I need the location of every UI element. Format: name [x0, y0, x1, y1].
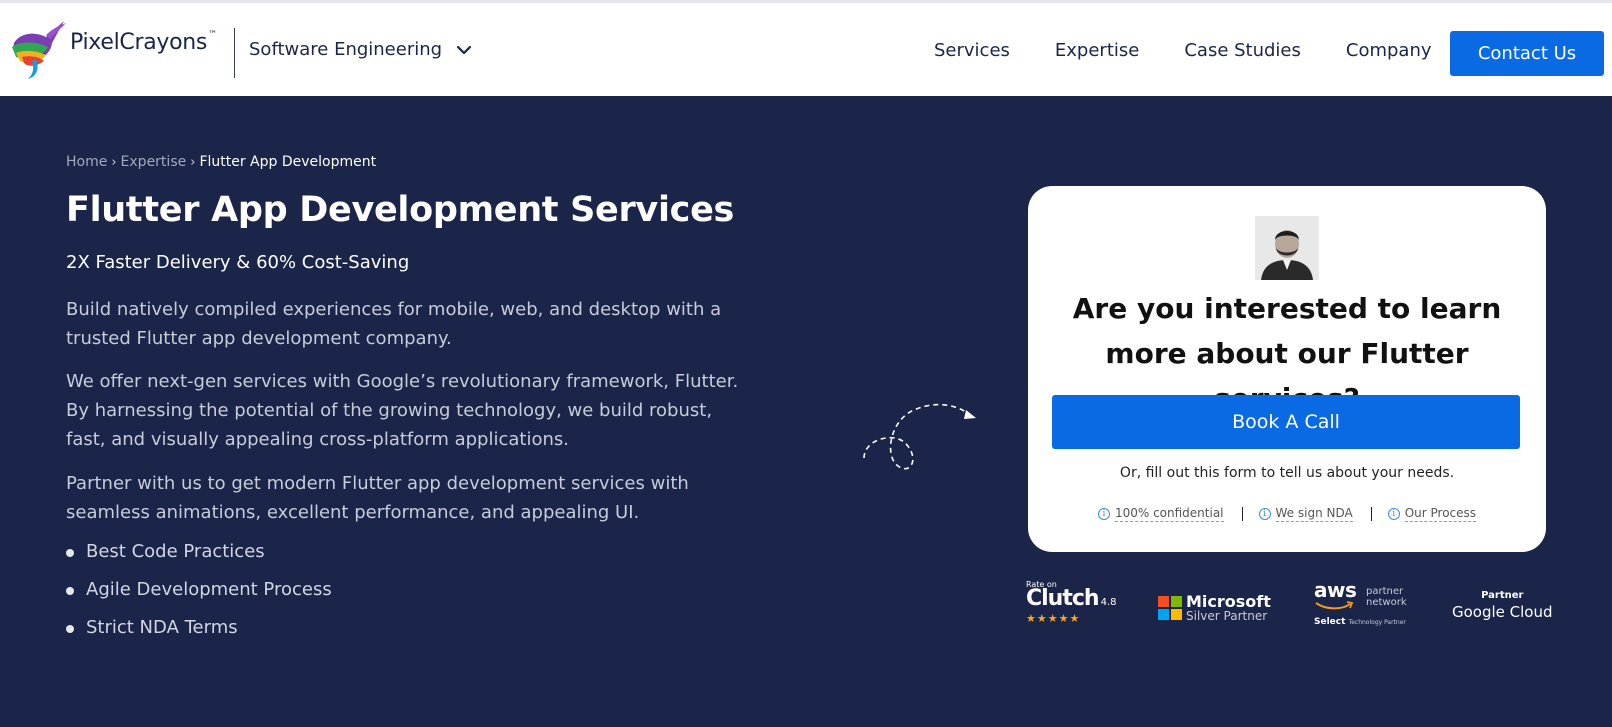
person-avatar-icon [1255, 216, 1319, 280]
google-cloud-name: Google Cloud [1452, 603, 1553, 621]
badge-divider [1370, 507, 1372, 521]
contact-us-button[interactable]: Contact Us [1450, 31, 1604, 76]
header-divider [234, 28, 235, 78]
top-navbar: PixelCrayons™ Software Engineering Servi… [0, 0, 1612, 96]
feature-label: Agile Development Process [86, 579, 332, 600]
bullet-dot-icon [66, 625, 74, 633]
clutch-rating-logo: Rate on Clutch 4.8 ★★★★★ [1026, 580, 1116, 625]
aws-tier-label: Technology Partner [1348, 619, 1406, 626]
microsoft-partner-logo: Microsoft Silver Partner [1158, 594, 1271, 622]
badge-divider [1241, 507, 1243, 521]
google-cloud-partner-label: Partner [1481, 590, 1524, 601]
clutch-score: 4.8 [1100, 597, 1117, 608]
page-title: Flutter App Development Services [66, 190, 735, 230]
pixelcrayons-logo[interactable]: PixelCrayons™ [6, 13, 217, 79]
list-item: Best Code Practices [66, 541, 332, 579]
badge-confidential[interactable]: i 100% confidential [1097, 506, 1224, 522]
page-subtitle: 2X Faster Delivery & 60% Cost-Saving [66, 252, 410, 273]
aws-partner-logo: aws partner network Select Technology Pa… [1314, 578, 1407, 627]
partner-logos: Rate on Clutch 4.8 ★★★★★ Microsoft Silver… [1026, 578, 1553, 630]
info-icon: i [1258, 508, 1271, 520]
breadcrumb: Home › Expertise › Flutter App Developme… [66, 154, 376, 170]
list-item: Agile Development Process [66, 579, 332, 617]
nav-services[interactable]: Services [934, 40, 1010, 61]
trademark-symbol: ™ [208, 29, 217, 40]
nav-company[interactable]: Company [1346, 40, 1432, 61]
breadcrumb-separator: › [190, 154, 196, 170]
intro-paragraph-2: We offer next-gen services with Google’s… [66, 371, 739, 450]
list-item: Strict NDA Terms [66, 617, 332, 655]
intro-paragraph-1: Build natively compiled experiences for … [66, 299, 722, 349]
nav-case-studies[interactable]: Case Studies [1184, 40, 1301, 61]
bullet-dot-icon [66, 549, 74, 557]
badge-label: We sign NDA [1275, 506, 1353, 522]
dashed-arrow-icon [863, 403, 976, 470]
info-icon: i [1387, 508, 1400, 520]
aws-smile-icon [1315, 601, 1354, 610]
breadcrumb-home[interactable]: Home [66, 154, 107, 170]
clutch-name: Clutch [1026, 586, 1100, 611]
logo-wordmark: PixelCrayons [70, 29, 208, 55]
aws-network-label: partner network [1366, 586, 1407, 608]
microsoft-name: Microsoft [1186, 592, 1271, 611]
badge-label: 100% confidential [1114, 506, 1224, 522]
feature-label: Best Code Practices [86, 541, 265, 562]
trust-badges: i 100% confidential i We sign NDA i Our … [1028, 506, 1546, 522]
aws-name: aws [1314, 578, 1357, 602]
breadcrumb-current: Flutter App Development [199, 154, 377, 170]
intro-paragraph-3: Partner with us to get modern Flutter ap… [66, 473, 689, 523]
badge-nda[interactable]: i We sign NDA [1258, 506, 1353, 522]
microsoft-tier: Silver Partner [1186, 609, 1268, 623]
rating-stars-icon: ★★★★★ [1026, 612, 1081, 625]
feature-list: Best Code Practices Agile Development Pr… [66, 541, 332, 655]
feature-label: Strict NDA Terms [86, 617, 238, 638]
aws-select-label: Select [1314, 617, 1346, 627]
microsoft-squares-icon [1158, 596, 1182, 620]
info-icon: i [1097, 508, 1110, 520]
avatar [1255, 216, 1319, 280]
badge-label: Our Process [1404, 506, 1477, 522]
bullet-dot-icon [66, 587, 74, 595]
nav-expertise[interactable]: Expertise [1055, 40, 1139, 61]
breadcrumb-separator: › [111, 154, 117, 170]
main-nav: Services Expertise Case Studies Company [934, 40, 1477, 61]
hummingbird-logo-icon [12, 21, 66, 79]
google-cloud-partner-logo: Partner Google Cloud [1452, 590, 1553, 621]
book-a-call-button[interactable]: Book A Call [1052, 395, 1520, 449]
breadcrumb-expertise[interactable]: Expertise [121, 154, 187, 170]
cta-card: Are you interested to learn more about o… [1028, 186, 1546, 552]
form-hint-text: Or, fill out this form to tell us about … [1119, 465, 1455, 481]
badge-our-process[interactable]: i Our Process [1387, 506, 1477, 522]
chevron-down-icon [456, 45, 472, 54]
software-engineering-dropdown[interactable]: Software Engineering [249, 39, 472, 60]
segment-label: Software Engineering [249, 39, 443, 60]
